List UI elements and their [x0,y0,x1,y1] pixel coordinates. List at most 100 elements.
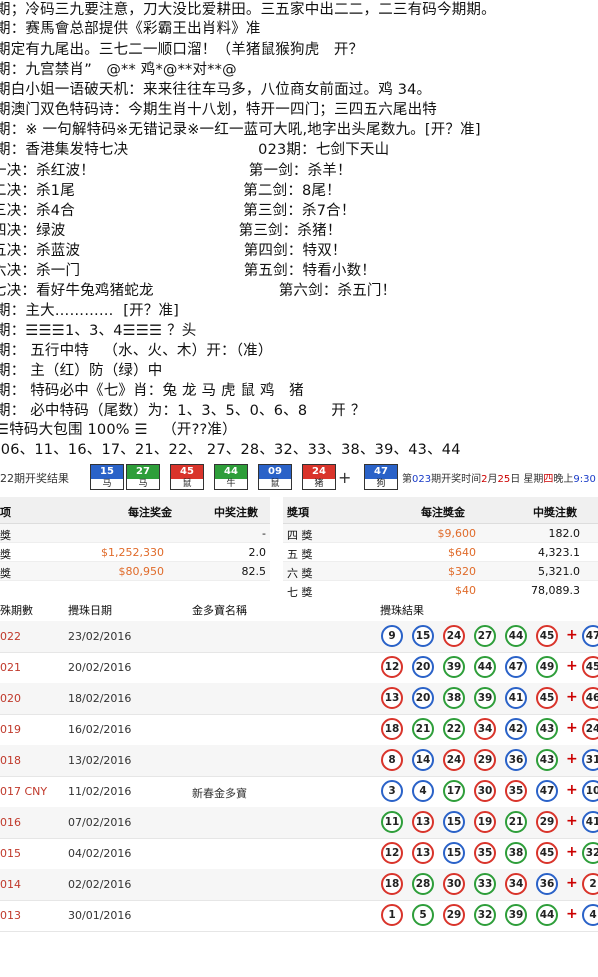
prize-amount: $80,950 [118,565,165,578]
result-ball: 39 [505,904,527,926]
prediction-line: 期： 必中特码（尾数）为：1、3、5、0、6、8 开 ？ [0,403,366,419]
prediction-line: 期：☰☰☰1、3、4☰☰☰ ？头 [0,323,197,339]
result-ball: 8 [381,749,403,771]
draw-ball-zodiac: 狗 [376,479,386,489]
prize-header: 项 每注奖金 中奖注數 [0,497,270,524]
draw-ball-number: 15 [91,465,123,479]
draw-label: 22期开奖结果 [0,472,69,485]
result-row: 014 02/02/2016 18 28 30 33 34 36 +2 [0,869,598,901]
draw-number: 019 [0,723,21,736]
plus-sign: + [566,906,578,922]
prediction-line: 七决：看好牛兔鸡猪蛇龙 第六剑：杀五门！ [0,283,397,299]
result-row: 015 04/02/2016 12 13 15 35 38 45 +32 [0,838,598,870]
result-ball: 28 [412,873,434,895]
special-ball: 46 [582,687,598,709]
prize-amount: $320 [448,565,476,578]
result-ball: 44 [474,656,496,678]
prediction-line: 期：※ 一句解特码※无错记录※一红一蓝可大吼,地字出头尾数九。[开？准] [0,122,481,138]
prize-amount: $9,600 [437,527,477,540]
result-row: 022 23/02/2016 9 15 24 27 44 45 +47 [0,621,598,653]
prize-amount: $1,252,330 [101,546,164,559]
prize-count: - [262,527,266,540]
draw-number: 014 [0,878,21,891]
draw-ball: 27 马 [126,464,160,490]
result-ball: 36 [536,873,558,895]
result-ball: 34 [474,718,496,740]
prediction-line: 期：主大………… [开？准] [0,303,180,319]
draw-date: 13/02/2016 [68,754,132,767]
special-ball: 32 [582,842,598,864]
prize-count: 5,321.0 [538,565,580,578]
result-ball: 45 [536,625,558,647]
plus-sign: + [566,689,578,705]
prize-item: 獎 [0,548,11,561]
result-ball: 21 [412,718,434,740]
draw-number: 016 [0,816,21,829]
result-ball: 11 [381,811,403,833]
prize-row: 獎 $1,252,330 2.0 [0,543,270,562]
plus-sign: + [566,627,578,643]
draw-ball-number: 24 [303,465,335,479]
result-ball: 24 [443,749,465,771]
result-ball: 14 [412,749,434,771]
draw-ball: 47 狗 [364,464,398,490]
result-ball: 36 [505,749,527,771]
draw-ball-number: 45 [171,465,203,479]
prize-count: 2.0 [248,546,267,559]
col-count: 中奖注數 [214,506,258,519]
draw-number: 017 CNY [0,785,48,798]
result-ball: 19 [474,811,496,833]
draw-date: 04/02/2016 [68,847,132,860]
prediction-line: 期： 五行中特 （水、火、木）开：（准） [0,343,273,359]
prediction-line: 期澳门双色特码诗：今期生肖十八划，特开一四门；三四五六尾出特 [0,102,437,118]
result-ball: 27 [474,625,496,647]
prediction-line: 06、11、16、17、21、22、 27、28、32、33、38、39、43、… [0,442,461,458]
prize-item: 獎 [0,529,11,542]
prize-amount: $40 [455,584,476,597]
prediction-line: 期；冷码三九要注意，刀大没比爱耕田。三五家中出二二，二三有码今期期。 [0,2,496,18]
result-ball: 44 [536,904,558,926]
result-ball: 34 [505,873,527,895]
draw-date: 02/02/2016 [68,878,132,891]
result-ball: 12 [381,656,403,678]
prediction-line: 四决：绿波 第三剑：杀猪！ [0,223,342,239]
special-ball: 2 [582,873,598,895]
prediction-line: ☰特码大包围 100% ☰ （开??准） [0,422,237,438]
result-ball: 13 [412,811,434,833]
col-draw-no: 殊期數 [0,604,33,617]
prize-count: 182.0 [548,527,581,540]
prize-item: 獎 [0,567,11,580]
draw-ball: 09 鼠 [258,464,292,490]
draw-ball-number: 27 [127,465,159,479]
results-header: 殊期數 攪珠日期 金多寶名稱 攪珠結果 [0,597,598,622]
prediction-line: 二决：杀1尾 第二剑：8尾！ [0,183,341,199]
result-ball: 18 [381,718,403,740]
plus-sign: + [566,844,578,860]
prediction-line: 期：九宫禁肖” @** 鸡*@**对**@ [0,62,237,78]
result-ball: 22 [443,718,465,740]
draw-number: 013 [0,909,21,922]
plus-sign: + [566,813,578,829]
special-ball: 45 [582,656,598,678]
result-ball: 20 [412,687,434,709]
draw-ball-number: 09 [259,465,291,479]
result-ball: 47 [536,780,558,802]
draw-date: 11/02/2016 [68,785,132,798]
result-ball: 18 [381,873,403,895]
col-jackpot-name: 金多寶名稱 [192,604,247,617]
result-ball: 44 [505,625,527,647]
prediction-line: 五决：杀蓝波 第四剑：特双！ [0,243,347,259]
draw-ball-zodiac: 马 [102,479,112,489]
result-row: 016 07/02/2016 11 13 15 19 21 29 +41 [0,807,598,839]
result-ball: 39 [443,656,465,678]
col-amount: 每注獎金 [421,506,465,519]
prize-table-left: 项 每注奖金 中奖注數 獎 - 獎 $1,252,330 2.0 獎 $80,950 82.5 [0,497,270,603]
draw-number: 015 [0,847,21,860]
result-ball: 29 [474,749,496,771]
draw-date: 23/02/2016 [68,630,132,643]
result-ball: 35 [505,780,527,802]
draw-ball: 15 马 [90,464,124,490]
prize-amount: $640 [448,546,476,559]
draw-date: 16/02/2016 [68,723,132,736]
plus-sign: + [566,751,578,767]
